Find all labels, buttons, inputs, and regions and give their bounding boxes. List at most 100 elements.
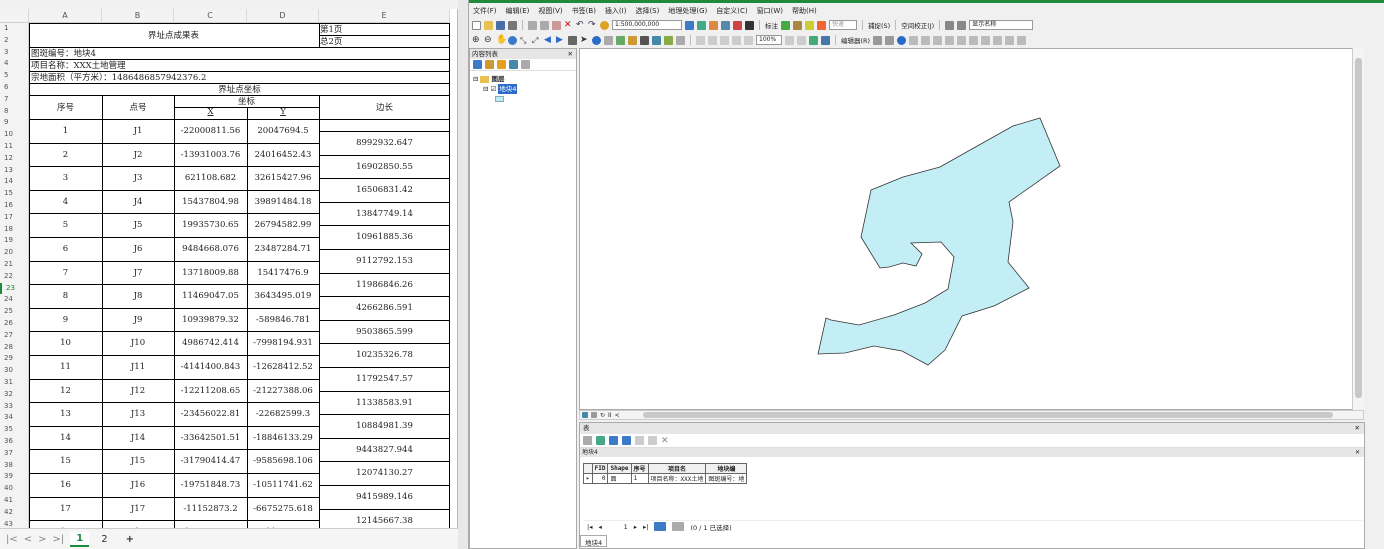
arctoolbox-icon[interactable]	[733, 20, 742, 30]
row-header[interactable]: 34	[0, 412, 28, 424]
redo-icon[interactable]: ↷	[588, 20, 597, 30]
xy-icon[interactable]	[664, 35, 673, 45]
menu-item[interactable]: 地理处理(G)	[668, 6, 707, 16]
scroll-left-icon[interactable]: <	[615, 412, 620, 419]
related-tables-icon[interactable]	[596, 436, 605, 445]
point-icon[interactable]	[945, 35, 955, 45]
row-header[interactable]: 16	[0, 200, 28, 212]
attribute-table[interactable]: FID Shape 序号 项目名 地块编 ▸ 0 面 1 项目名称：XXX土地 图斑编号：地	[583, 463, 748, 484]
attribute-cell[interactable]: 面	[607, 473, 632, 484]
data-driven-pages-icon[interactable]	[821, 35, 830, 45]
row-header[interactable]: 37	[0, 448, 28, 460]
label-manager-icon[interactable]	[781, 20, 790, 30]
row-header[interactable]: 4	[0, 58, 28, 70]
row-header[interactable]: 30	[0, 365, 28, 377]
change-layout-icon[interactable]	[809, 35, 818, 45]
row-header[interactable]: 5	[0, 70, 28, 82]
map-view[interactable]	[579, 48, 1364, 410]
menu-item[interactable]: 文件(F)	[473, 6, 497, 16]
parcel-polygon[interactable]	[817, 117, 1061, 366]
row-header[interactable]: 35	[0, 424, 28, 436]
select-elements-icon[interactable]: ➤	[580, 35, 589, 45]
fixed-zoom-in-icon[interactable]: ⤡	[520, 36, 529, 45]
row-header[interactable]: 40	[0, 483, 28, 495]
attribute-column-header[interactable]: 地块编	[705, 463, 748, 474]
sheet-tab-1[interactable]: 1	[70, 531, 90, 547]
row-header[interactable]: 1	[0, 23, 28, 35]
spatial-adjustment-menu[interactable]: 空间校正(J)	[901, 20, 934, 30]
menu-item[interactable]: 选择(S)	[635, 6, 659, 16]
row-header[interactable]: 9	[0, 117, 28, 129]
sheet-grid[interactable]: 界址点成果表 第1页 总2页 图斑编号：地块4 项目名称：XXX土地管理 宗地面…	[29, 23, 450, 528]
show-all-records-icon[interactable]	[654, 522, 667, 531]
prev-record-icon[interactable]: ◂	[598, 523, 601, 531]
sketch-props-icon[interactable]	[1017, 35, 1027, 45]
label-weight-icon[interactable]	[805, 20, 814, 30]
attribute-cell[interactable]: 图斑编号：地	[705, 473, 748, 484]
row-header[interactable]: 27	[0, 330, 28, 342]
split-icon[interactable]	[981, 35, 991, 45]
layout-zoom-input[interactable]: 100%	[756, 35, 782, 45]
attributes-icon[interactable]	[1005, 35, 1015, 45]
fast-select[interactable]: 快速	[829, 20, 857, 30]
menu-item[interactable]: 帮助(H)	[792, 6, 817, 16]
fixed-zoom-out-icon[interactable]: ⤢	[532, 36, 541, 45]
menu-item[interactable]: 书签(B)	[572, 6, 596, 16]
table-row[interactable]: ▸ 0 面 1 项目名称：XXX土地 图斑编号：地	[583, 473, 748, 484]
show-selected-records-icon[interactable]	[672, 522, 685, 531]
row-header[interactable]: 41	[0, 495, 28, 507]
measure-icon[interactable]	[628, 35, 637, 45]
table-options-icon[interactable]	[583, 436, 592, 445]
prev-sheet-icon[interactable]: <	[24, 534, 32, 545]
catalog-icon[interactable]	[709, 20, 718, 30]
menu-item[interactable]: 视图(V)	[538, 6, 562, 16]
focus-frame-icon[interactable]	[797, 35, 806, 45]
time-slider-icon[interactable]	[676, 35, 685, 45]
row-header[interactable]: 3	[0, 47, 28, 59]
row-selector-icon[interactable]: ▸	[583, 473, 593, 484]
row-header[interactable]: 13	[0, 165, 28, 177]
page-zoom-out-icon[interactable]	[708, 35, 717, 45]
label-priority-icon[interactable]	[793, 20, 802, 30]
print-icon[interactable]	[508, 20, 517, 30]
row-header[interactable]: 24	[0, 294, 28, 306]
table-bottom-tab[interactable]: 地块4	[580, 535, 608, 547]
hyperlink-icon[interactable]	[604, 35, 613, 45]
column-header-a[interactable]: A	[29, 9, 102, 23]
attribute-column-header[interactable]: FID	[591, 463, 609, 474]
editor-menu[interactable]: 编辑器(R)	[841, 35, 870, 45]
row-header[interactable]: 43	[0, 519, 28, 528]
map-vertical-scrollbar[interactable]	[1352, 48, 1364, 410]
row-header[interactable]: 2	[0, 35, 28, 47]
route-icon[interactable]	[652, 35, 661, 45]
add-data-icon[interactable]	[600, 20, 609, 30]
menu-item[interactable]: 插入(I)	[605, 6, 627, 16]
pause-icon[interactable]: II	[608, 412, 612, 419]
row-header[interactable]: 7	[0, 94, 28, 106]
row-header[interactable]: 32	[0, 389, 28, 401]
copy-icon[interactable]	[540, 20, 549, 30]
column-header-d[interactable]: D	[247, 9, 319, 23]
row-header[interactable]: 20	[0, 247, 28, 259]
menu-item[interactable]: 编辑(E)	[506, 6, 530, 16]
row-header[interactable]: 6	[0, 82, 28, 94]
paste-icon[interactable]	[552, 20, 561, 30]
search-window-icon[interactable]	[721, 20, 730, 30]
collapse-icon[interactable]: ⊟	[473, 74, 478, 84]
row-header[interactable]: 26	[0, 318, 28, 330]
back-icon[interactable]: ◀	[544, 35, 553, 45]
cut-polygons-icon[interactable]	[969, 35, 979, 45]
edit-tool-icon[interactable]	[873, 35, 883, 45]
attribute-cell[interactable]: 项目名称：XXX土地	[647, 473, 707, 484]
column-header-c[interactable]: C	[174, 9, 247, 23]
trace-icon[interactable]	[933, 35, 943, 45]
list-by-visibility-icon[interactable]	[497, 60, 506, 69]
row-header[interactable]: 36	[0, 436, 28, 448]
zoom-in-icon[interactable]: ⊕	[472, 35, 481, 45]
layer-icon[interactable]	[957, 20, 967, 30]
row-header[interactable]: 12	[0, 153, 28, 165]
row-header[interactable]: 42	[0, 507, 28, 519]
layer-checkbox-icon[interactable]: ☑	[490, 84, 496, 94]
open-icon[interactable]	[484, 20, 493, 30]
row-header[interactable]: 28	[0, 342, 28, 354]
